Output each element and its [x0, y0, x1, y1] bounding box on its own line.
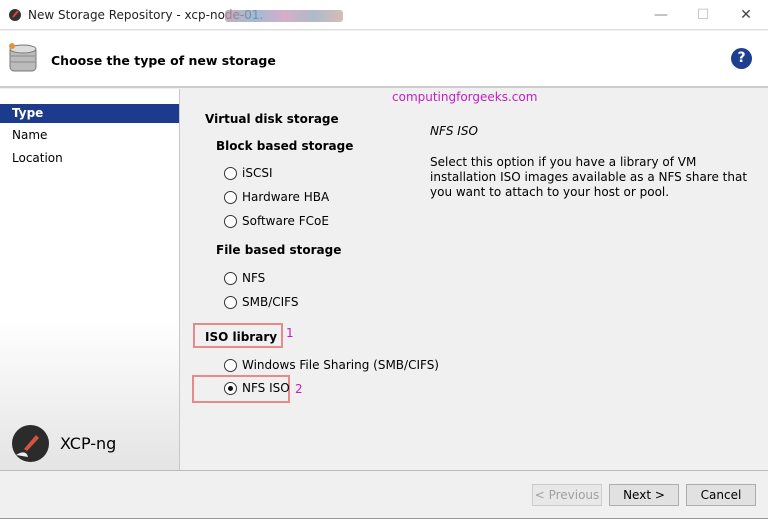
- wizard-steps-sidebar: Type Name Location: [0, 89, 180, 470]
- redacted-hostname: [225, 10, 343, 22]
- radio-label-hardware-hba[interactable]: Hardware HBA: [242, 190, 329, 204]
- radio-label-smb-cifs[interactable]: SMB/CIFS: [242, 295, 298, 309]
- description-title: NFS ISO: [430, 124, 478, 138]
- radio-label-iscsi[interactable]: iSCSI: [242, 166, 273, 180]
- radio-smb-cifs[interactable]: [224, 296, 237, 309]
- radio-label-nfs[interactable]: NFS: [242, 271, 265, 285]
- divider: [0, 470, 768, 471]
- sidebar-item-location[interactable]: Location: [0, 149, 179, 168]
- sidebar-item-name[interactable]: Name: [0, 126, 179, 145]
- page-title: Choose the type of new storage: [51, 53, 276, 68]
- close-button[interactable]: ✕: [731, 4, 761, 26]
- maximize-button[interactable]: ☐: [688, 4, 718, 26]
- radio-nfs-iso[interactable]: [224, 382, 237, 395]
- cancel-button[interactable]: Cancel: [686, 484, 756, 506]
- help-button[interactable]: ?: [731, 48, 752, 69]
- radio-label-nfs-iso[interactable]: NFS ISO: [242, 381, 290, 395]
- radio-label-windows-file-sharing[interactable]: Windows File Sharing (SMB/CIFS): [242, 358, 439, 372]
- annotation-2: 2: [295, 382, 303, 396]
- xcp-ng-logo-icon: [12, 425, 49, 462]
- radio-windows-file-sharing[interactable]: [224, 359, 237, 372]
- window-bottom-edge: [0, 518, 768, 523]
- storage-icon: [9, 43, 37, 72]
- app-icon: [9, 9, 21, 21]
- sidebar-item-type[interactable]: Type: [0, 104, 179, 123]
- minimize-button[interactable]: —: [646, 4, 676, 26]
- radio-nfs[interactable]: [224, 272, 237, 285]
- virtual-disk-heading: Virtual disk storage: [205, 112, 339, 126]
- annotation-1: 1: [286, 326, 294, 340]
- description-text: Select this option if you have a library…: [430, 155, 748, 199]
- wizard-header: Choose the type of new storage: [0, 31, 768, 88]
- iso-library-heading: ISO library: [205, 330, 278, 344]
- radio-software-fcoe[interactable]: [224, 215, 237, 228]
- radio-iscsi[interactable]: [224, 167, 237, 180]
- watermark: computingforgeeks.com: [392, 90, 538, 104]
- next-button[interactable]: Next >: [609, 484, 679, 506]
- title-bar: New Storage Repository - xcp-node-01. — …: [0, 0, 768, 30]
- radio-label-software-fcoe[interactable]: Software FCoE: [242, 214, 329, 228]
- radio-hardware-hba[interactable]: [224, 191, 237, 204]
- block-storage-heading: Block based storage: [216, 139, 354, 153]
- brand-name: XCP-ng: [60, 434, 117, 453]
- file-storage-heading: File based storage: [216, 243, 342, 257]
- previous-button[interactable]: < Previous: [532, 484, 602, 506]
